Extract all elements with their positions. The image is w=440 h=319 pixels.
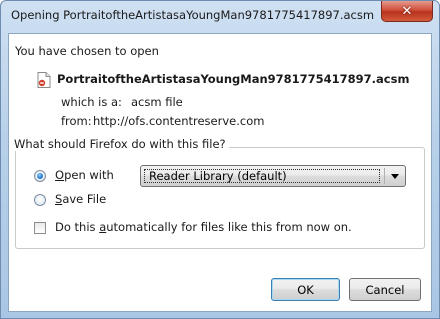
open-with-label[interactable]: Open with (55, 168, 114, 182)
file-name: PortraitoftheArtistasaYoungMan9781775417… (57, 72, 410, 86)
dialog-window: Opening PortraitoftheArtistasaYoungMan97… (0, 0, 440, 319)
window-title: Opening PortraitoftheArtistasaYoungMan97… (11, 8, 375, 22)
acsm-file-icon (37, 72, 51, 88)
title-bar[interactable]: Opening PortraitoftheArtistasaYoungMan97… (1, 1, 439, 31)
file-type-value: acsm file (131, 95, 183, 109)
application-select-value: Reader Library (default) (149, 169, 287, 183)
action-question: What should Firefox do with this file? (11, 137, 229, 151)
close-icon: ✕ (401, 3, 413, 19)
select-divider (384, 168, 385, 184)
cancel-button[interactable]: Cancel (349, 278, 421, 301)
save-file-label[interactable]: Save File (55, 192, 106, 206)
open-with-radio[interactable] (34, 170, 46, 182)
auto-action-label[interactable]: Do this automatically for files like thi… (55, 220, 352, 234)
auto-action-checkbox[interactable] (34, 222, 46, 234)
source-url: http://ofs.contentreserve.com (93, 114, 265, 128)
intro-text: You have chosen to open (15, 44, 159, 58)
file-type-label: which is a: (61, 95, 122, 109)
dialog-content: You have chosen to open PortraitoftheArt… (8, 33, 432, 312)
chevron-down-icon[interactable] (391, 174, 399, 179)
source-label: from: (61, 114, 92, 128)
ok-button[interactable]: OK (271, 278, 340, 301)
close-button[interactable]: ✕ (381, 1, 433, 22)
save-file-radio[interactable] (34, 194, 46, 206)
application-select[interactable]: Reader Library (default) (140, 165, 406, 187)
